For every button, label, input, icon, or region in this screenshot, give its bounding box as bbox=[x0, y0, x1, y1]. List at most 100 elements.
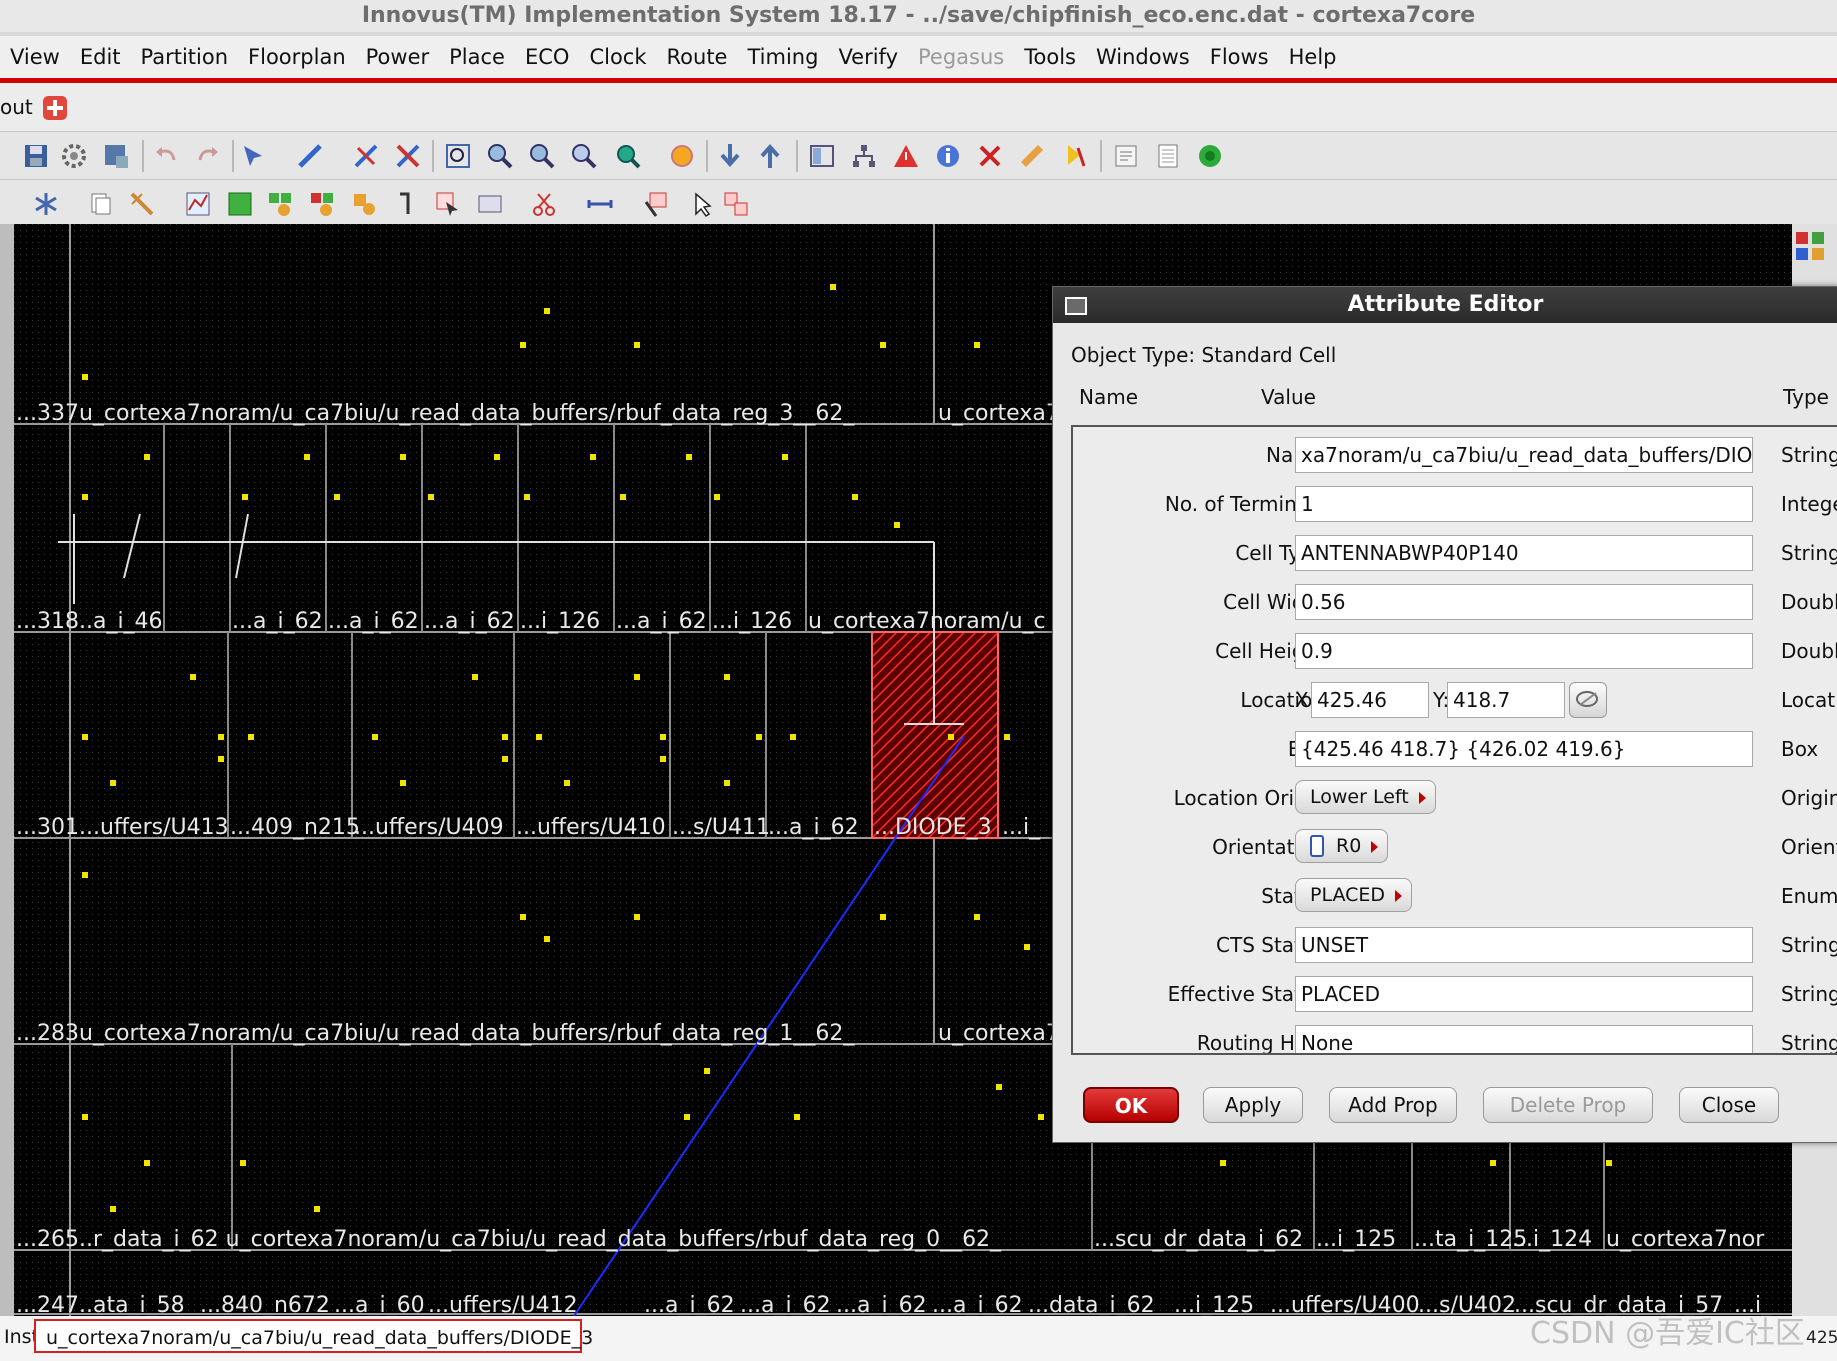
add-tab-icon[interactable] bbox=[42, 95, 68, 121]
snowflake-icon[interactable] bbox=[32, 190, 60, 218]
status-menu[interactable]: PLACED bbox=[1295, 878, 1413, 912]
dialog-title: Attribute Editor bbox=[1347, 292, 1544, 317]
zoom-in-icon[interactable] bbox=[486, 142, 514, 170]
add-filler-icon[interactable] bbox=[266, 190, 294, 218]
align-icon[interactable] bbox=[642, 190, 670, 218]
cts-status-field[interactable]: UNSET bbox=[1295, 927, 1753, 963]
apply-button[interactable]: Apply bbox=[1203, 1087, 1303, 1123]
gear-icon[interactable] bbox=[60, 142, 88, 170]
attribute-table: Name xa7noram/u_ca7biu/u_read_data_buffe… bbox=[1071, 425, 1837, 1055]
menu-edit[interactable]: Edit bbox=[70, 45, 131, 69]
pointer-icon[interactable] bbox=[686, 190, 714, 218]
add-tap-icon[interactable] bbox=[350, 190, 378, 218]
cut-icon[interactable] bbox=[530, 190, 558, 218]
name-field[interactable]: xa7noram/u_ca7biu/u_read_data_buffers/DI… bbox=[1295, 437, 1753, 473]
info-icon[interactable] bbox=[934, 142, 962, 170]
menu-clock[interactable]: Clock bbox=[579, 45, 656, 69]
selected-instance-field[interactable]: u_cortexa7noram/u_ca7biu/u_read_data_buf… bbox=[34, 1319, 593, 1353]
redo-icon[interactable] bbox=[194, 142, 222, 170]
col-header-value: Value bbox=[1261, 385, 1316, 409]
tab-layout[interactable]: out bbox=[0, 95, 33, 119]
add-prop-button[interactable]: Add Prop bbox=[1329, 1087, 1457, 1123]
location-x-field[interactable]: 425.46 bbox=[1311, 682, 1429, 718]
refresh-icon[interactable] bbox=[668, 142, 696, 170]
zoom-selected-icon[interactable] bbox=[570, 142, 598, 170]
move-selected-icon[interactable] bbox=[722, 190, 750, 218]
warning-icon[interactable] bbox=[892, 142, 920, 170]
clear-select-icon[interactable] bbox=[394, 142, 422, 170]
undo-icon[interactable] bbox=[152, 142, 180, 170]
layer-palette-icon[interactable] bbox=[1792, 228, 1828, 264]
cell-width-field[interactable]: 0.56 bbox=[1295, 584, 1753, 620]
effective-status-field[interactable]: PLACED bbox=[1295, 976, 1753, 1012]
violation-browser-icon[interactable] bbox=[976, 142, 1004, 170]
close-button[interactable]: Close bbox=[1679, 1087, 1779, 1123]
menu-timing[interactable]: Timing bbox=[737, 45, 828, 69]
menu-route[interactable]: Route bbox=[657, 45, 738, 69]
menu-flows[interactable]: Flows bbox=[1200, 45, 1279, 69]
wire-edit-icon[interactable] bbox=[128, 190, 156, 218]
spacing-icon[interactable] bbox=[586, 190, 614, 218]
cell-label: ...a_i_62 bbox=[328, 609, 419, 634]
location-origin-menu[interactable]: Lower Left bbox=[1295, 780, 1436, 814]
row-label-1b: u_cortexa7 bbox=[938, 401, 1060, 426]
pin-icon[interactable] bbox=[392, 190, 420, 218]
notes-icon[interactable] bbox=[1112, 142, 1140, 170]
menu-tools[interactable]: Tools bbox=[1014, 45, 1086, 69]
cell-label: ...409_n215 bbox=[230, 815, 360, 840]
routing-halo-field[interactable]: None bbox=[1295, 1025, 1753, 1053]
dialog-titlebar[interactable]: Attribute Editor bbox=[1053, 287, 1837, 323]
location-y-field[interactable]: 418.7 bbox=[1447, 682, 1565, 718]
add-endcap-icon[interactable] bbox=[308, 190, 336, 218]
select-by-area-icon[interactable] bbox=[296, 142, 324, 170]
ok-button[interactable]: OK bbox=[1083, 1087, 1179, 1123]
attr-type: String bbox=[1781, 541, 1837, 565]
layout-view-icon[interactable] bbox=[808, 142, 836, 170]
zoom-previous-icon[interactable] bbox=[614, 142, 642, 170]
menu-pegasus[interactable]: Pegasus bbox=[908, 45, 1014, 69]
orientation-menu[interactable]: R0 bbox=[1295, 829, 1389, 863]
cell-label: ...a_i_62 bbox=[932, 1293, 1023, 1316]
row-label-4b: u_cortexa7 bbox=[938, 1021, 1060, 1046]
run-icon[interactable] bbox=[1196, 142, 1224, 170]
menu-verify[interactable]: Verify bbox=[828, 45, 908, 69]
move-icon[interactable] bbox=[434, 190, 462, 218]
select-icon[interactable] bbox=[240, 142, 268, 170]
orientation-icon bbox=[1310, 835, 1324, 857]
chart-edit-icon[interactable] bbox=[184, 190, 212, 218]
stretch-icon[interactable] bbox=[476, 190, 504, 218]
save-icon[interactable] bbox=[22, 142, 50, 170]
menu-view[interactable]: View bbox=[0, 45, 70, 69]
attr-row-effective-status: Effective Status PLACED String bbox=[1073, 974, 1837, 1018]
copy-icon[interactable] bbox=[86, 190, 114, 218]
menu-help[interactable]: Help bbox=[1279, 45, 1347, 69]
delete-prop-button[interactable]: Delete Prop bbox=[1483, 1087, 1653, 1123]
menu-place[interactable]: Place bbox=[439, 45, 515, 69]
log-icon[interactable] bbox=[1154, 142, 1182, 170]
hierarchy-icon[interactable] bbox=[850, 142, 878, 170]
menu-bar: View Edit Partition Floorplan Power Plac… bbox=[0, 36, 1837, 83]
cell-height-field[interactable]: 0.9 bbox=[1295, 633, 1753, 669]
add-cell-icon[interactable] bbox=[226, 190, 254, 218]
menu-partition[interactable]: Partition bbox=[131, 45, 239, 69]
zoom-out-icon[interactable] bbox=[528, 142, 556, 170]
attr-row-name: Name xa7noram/u_ca7biu/u_read_data_buffe… bbox=[1073, 435, 1837, 479]
box-field[interactable]: {425.46 418.7} {426.02 419.6} bbox=[1295, 731, 1753, 767]
attribute-editor-dialog: Attribute Editor Object Type: Standard C… bbox=[1052, 286, 1837, 1143]
cell-label: ...i_126 bbox=[712, 609, 792, 634]
cell-type-field[interactable]: ANTENNABWP40P140 bbox=[1295, 535, 1753, 571]
menu-windows[interactable]: Windows bbox=[1086, 45, 1200, 69]
pick-location-button[interactable] bbox=[1569, 682, 1607, 718]
save-design-icon[interactable] bbox=[102, 142, 130, 170]
cell-label: ...a_i_62 bbox=[768, 815, 859, 840]
fit-icon[interactable] bbox=[444, 142, 472, 170]
ruler-icon[interactable] bbox=[1018, 142, 1046, 170]
import-icon[interactable] bbox=[716, 142, 744, 170]
deselect-icon[interactable] bbox=[352, 142, 380, 170]
menu-floorplan[interactable]: Floorplan bbox=[238, 45, 356, 69]
export-icon[interactable] bbox=[756, 142, 784, 170]
alert-flag-icon[interactable] bbox=[1060, 142, 1088, 170]
terminals-field[interactable]: 1 bbox=[1295, 486, 1753, 522]
menu-eco[interactable]: ECO bbox=[515, 45, 579, 69]
menu-power[interactable]: Power bbox=[356, 45, 440, 69]
